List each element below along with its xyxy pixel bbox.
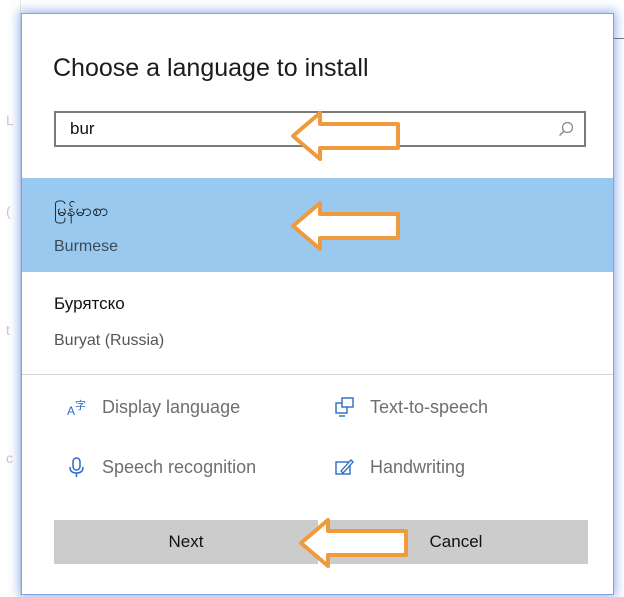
language-native-name: မြန်မာစာ	[54, 201, 109, 220]
display-language-icon: A 字	[67, 398, 86, 418]
handwriting-icon	[335, 459, 354, 475]
feature-text-to-speech: Text-to-speech	[334, 396, 488, 418]
language-english-name: Burmese	[54, 238, 119, 255]
cancel-button[interactable]: Cancel	[324, 520, 588, 564]
background-glyph: t	[6, 322, 10, 338]
background-settings-window: L ( t c	[0, 0, 21, 597]
feature-label: Speech recognition	[102, 456, 257, 477]
language-install-dialog: Choose a language to install မြန်မာစာ Bu…	[22, 14, 613, 594]
microphone-icon	[69, 457, 84, 477]
text-to-speech-icon	[335, 397, 354, 417]
background-glyph: L	[6, 112, 14, 128]
screen: L ( t c Choose a language to install မြန…	[0, 0, 624, 597]
svg-text:A: A	[67, 404, 75, 418]
language-list: မြန်မာစာ Burmese Бурятско Buryat (Russia…	[22, 178, 613, 366]
divider	[22, 374, 613, 375]
feature-label: Handwriting	[370, 456, 466, 477]
feature-display-language: A 字 Display language	[66, 396, 241, 419]
feature-speech-recognition: Speech recognition	[66, 456, 256, 478]
dialog-title: Choose a language to install	[53, 54, 369, 82]
background-rule	[614, 38, 624, 39]
search-icon[interactable]	[558, 121, 574, 137]
background-glyph: (	[6, 203, 11, 219]
search-box[interactable]	[54, 111, 586, 147]
language-native-name: Бурятско	[54, 294, 125, 313]
language-english-name: Buryat (Russia)	[54, 332, 165, 349]
search-input[interactable]	[70, 118, 540, 140]
next-button[interactable]: Next	[54, 520, 318, 564]
feature-label: Display language	[102, 396, 241, 417]
feature-handwriting: Handwriting	[334, 456, 465, 478]
language-item-burmese[interactable]: မြန်မာစာ Burmese	[22, 178, 613, 272]
feature-label: Text-to-speech	[370, 396, 489, 417]
svg-text:字: 字	[75, 398, 86, 412]
language-item-buryat[interactable]: Бурятско Buryat (Russia)	[22, 272, 613, 366]
background-glyph: c	[6, 450, 13, 466]
